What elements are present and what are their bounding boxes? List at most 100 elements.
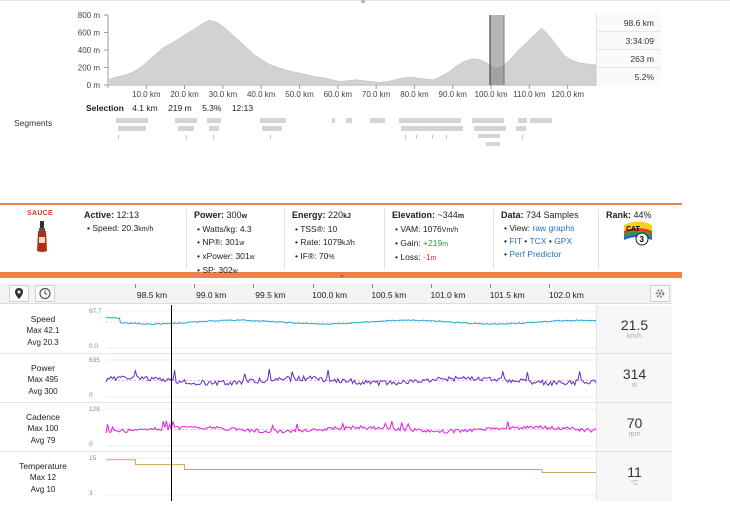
distance-tick-mark [135, 284, 136, 288]
stream-speed-plot [105, 310, 596, 349]
stream-speed-line [105, 316, 596, 326]
elevation-chart[interactable]: 800 m 600 m 400 m 200 m 0 m 10.0 km 20.0 km 30… [0, 6, 596, 102]
power-column: Power: 300w • Watts/kg: 4.3 • NP®: 301w … [186, 209, 284, 275]
segment-bar[interactable] [207, 118, 221, 123]
resize-handle[interactable] [361, 0, 365, 3]
speed-value: 20.3 [121, 223, 139, 233]
segment-bar[interactable] [260, 118, 286, 123]
elevation-x-tick-label: 10.0 km [132, 90, 161, 99]
vam-unit: Vm/h [441, 227, 459, 234]
segment-bar[interactable] [332, 118, 335, 123]
elevation-y-tick-label: 200 m [78, 64, 101, 73]
selection-label: Selection [86, 103, 124, 113]
temperature-current-panel: 11 °C [596, 452, 672, 501]
power-current-panel: 314 w [596, 354, 672, 402]
speed-current-value: 21.5 [620, 317, 649, 333]
vam-label: VAM: [400, 224, 421, 234]
export-gpx-link[interactable]: GPX [554, 236, 572, 246]
vam-value: 1076 [422, 224, 442, 234]
category-badge-icon[interactable]: CAT 3 [622, 221, 654, 247]
selection-stats-panel: SAUCE Active: 12:13 • Speed: 20.3km/h Po… [0, 203, 682, 278]
selection-summary: Selection 4.1 km 219 m 5.3% 12:13 [86, 103, 261, 113]
distance-tick-mark [490, 284, 492, 288]
segment-bar[interactable] [175, 118, 197, 123]
elevation-x-tick-label: 120.0 km [551, 90, 584, 99]
stream-cadence-plot [105, 408, 596, 447]
chevron-up-icon[interactable]: ⌃ [339, 274, 345, 282]
distance-tick-label: 102.0 km [548, 290, 584, 300]
export-tcx-link[interactable]: TCX [529, 236, 546, 246]
segment-bar[interactable] [346, 118, 352, 123]
segment-bar[interactable] [472, 118, 504, 123]
loss-value: -1 [423, 252, 431, 262]
hover-cursor-line[interactable] [171, 305, 172, 501]
power-current-unit: w [631, 382, 638, 389]
elevation-label: Elevation: [392, 210, 436, 220]
elevation-y-tick-label: 400 m [78, 46, 101, 55]
segment-bar[interactable] [516, 126, 526, 131]
category-badge-label: CAT [626, 226, 641, 233]
selection-distance: 4.1 km [132, 103, 158, 113]
temperature-current-value: 11 [627, 464, 642, 480]
data-column: Data: 734 Samples • View: raw graphs • F… [493, 209, 598, 269]
distance-tick-mark [312, 284, 314, 288]
distance-tick-label: 100.0 km [312, 290, 348, 300]
segment-tick [213, 135, 214, 139]
segment-bar[interactable] [399, 118, 461, 123]
segment-tick [416, 135, 417, 139]
export-fit-link[interactable]: FIT [509, 236, 522, 246]
stat-distance: 98.6 km [597, 14, 661, 32]
segment-bar[interactable] [401, 126, 463, 131]
sp-label: SP: [202, 265, 217, 275]
segment-tick [522, 135, 523, 139]
stream-graphs[interactable] [0, 305, 596, 501]
elevation-x-tick-label: 30.0 km [209, 90, 238, 99]
segment-bar[interactable] [518, 118, 527, 123]
stream-temperature-line [106, 459, 596, 473]
segment-bar[interactable] [370, 118, 385, 123]
segment-tick [186, 135, 187, 139]
active-time: 12:13 [116, 210, 140, 220]
selection-grade: 5.3% [202, 103, 222, 113]
perf-predictor-link[interactable]: Perf Predictor [509, 249, 561, 259]
segment-bar[interactable] [530, 118, 552, 123]
sp-unit: w [232, 268, 238, 275]
time-toggle-button[interactable] [35, 285, 55, 302]
segment-bar[interactable] [262, 126, 282, 131]
distance-tick-label: 99.5 km [255, 290, 286, 300]
power-label: Power: [194, 210, 225, 220]
energy-label: Energy: [292, 210, 326, 220]
segment-bar[interactable] [486, 142, 500, 146]
if-value: 70 [318, 251, 329, 261]
selection-highlight[interactable] [490, 15, 504, 85]
elevation-unit: m [457, 213, 465, 220]
elevation-profile-area [107, 20, 596, 86]
np-value: 301 [225, 237, 240, 247]
selection-gain: 219 m [168, 103, 192, 113]
energy-unit: kJ [343, 213, 351, 220]
gear-icon [655, 289, 665, 298]
temperature-current-unit: °C [630, 480, 639, 487]
elevation-x-tick-label: 90.0 km [439, 90, 468, 99]
segment-bar[interactable] [118, 126, 146, 131]
segment-bar[interactable] [478, 134, 500, 138]
segment-bar[interactable] [474, 126, 506, 131]
segment-bar[interactable] [209, 126, 219, 131]
segment-bar[interactable] [178, 126, 194, 131]
segment-bar[interactable] [116, 118, 148, 123]
view-graphs-link[interactable]: graphs [548, 223, 574, 233]
watts-kg-label: Watts/kg: [202, 224, 238, 234]
if-label: IF®: [300, 251, 317, 261]
elevation-x-tick-label: 60.0 km [324, 90, 353, 99]
elevation-x-tick-label: 40.0 km [247, 90, 276, 99]
stream-settings-button[interactable] [650, 285, 670, 302]
view-raw-link[interactable]: raw [532, 223, 546, 233]
gain-value: +219 [423, 238, 443, 248]
gain-label: Gain: [400, 238, 421, 248]
xpower-value: 301 [235, 251, 250, 261]
distance-tick-label: 101.5 km [489, 290, 525, 300]
xpower-unit: w [249, 254, 255, 261]
stream-power-line [105, 368, 596, 387]
location-toggle-button[interactable] [9, 285, 29, 302]
speed-unit: km/h [138, 226, 154, 233]
